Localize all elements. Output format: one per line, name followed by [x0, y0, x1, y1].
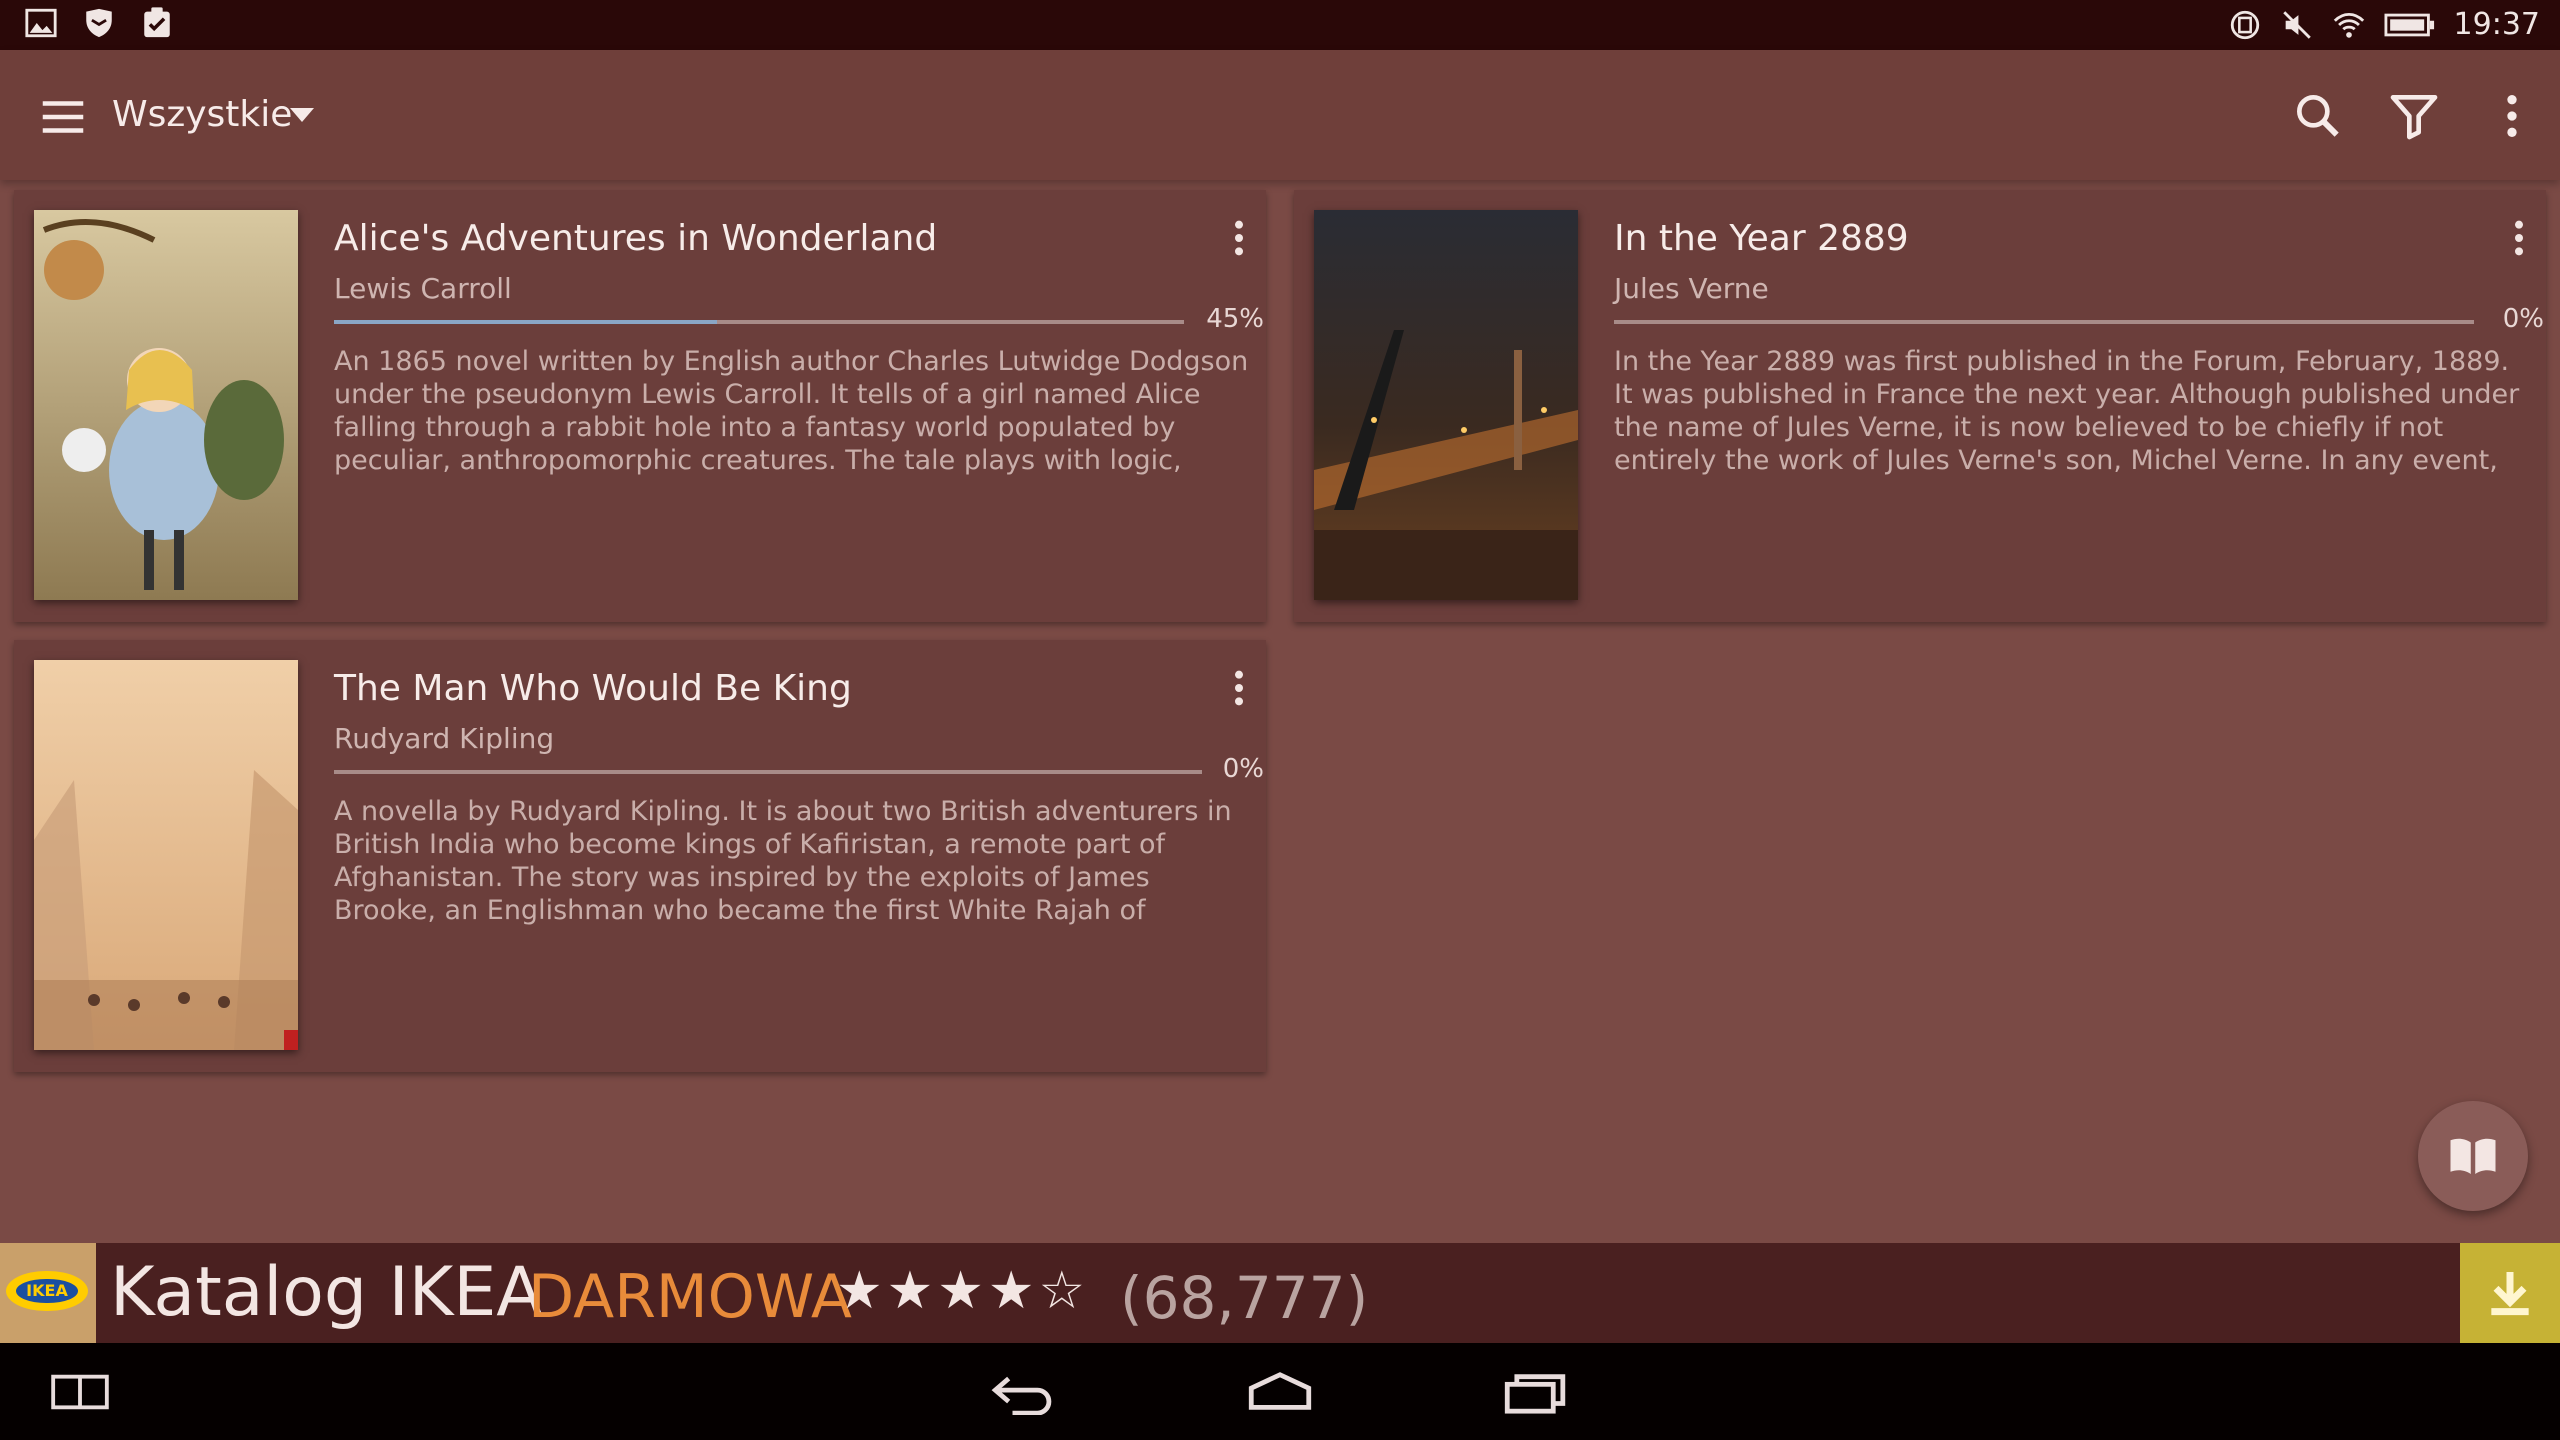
- sync-icon: [2230, 10, 2259, 40]
- book-author: Lewis Carroll: [334, 272, 512, 305]
- ad-price: DARMOWA: [528, 1262, 852, 1332]
- image-icon: [25, 8, 57, 38]
- filter-dropdown-title[interactable]: Wszystkie: [112, 90, 292, 140]
- status-clock: 19:37: [2453, 7, 2540, 42]
- dropdown-caret-icon[interactable]: [290, 108, 314, 122]
- progress-percent: 45%: [1206, 304, 1264, 334]
- ad-rating-count: (68,777): [1120, 1264, 1369, 1332]
- wifi-icon: [2333, 12, 2364, 38]
- book-author: Rudyard Kipling: [334, 722, 555, 755]
- book-author: Jules Verne: [1614, 272, 1769, 305]
- progress-percent: 0%: [1222, 754, 1264, 784]
- ad-rating-stars: ★★★★☆: [836, 1261, 1090, 1321]
- shield-icon: [86, 8, 112, 38]
- mute-icon: [2282, 11, 2311, 39]
- split-screen-icon[interactable]: [48, 1369, 112, 1415]
- ad-thumbnail[interactable]: IKEA: [0, 1243, 96, 1343]
- filter-icon[interactable]: [2386, 88, 2442, 144]
- download-button[interactable]: [2460, 1243, 2560, 1343]
- book-title[interactable]: Alice's Adventures in Wonderland: [334, 218, 937, 259]
- reading-progress-bar: [1614, 320, 2474, 324]
- ikea-logo: IKEA: [6, 1271, 88, 1311]
- card-more-icon[interactable]: [2509, 218, 2529, 258]
- book-description: In the Year 2889 was first published in …: [1614, 346, 2520, 476]
- card-more-icon[interactable]: [1229, 218, 1249, 258]
- reading-progress-bar: [334, 770, 1202, 774]
- book-card[interactable]: The Man Who Would Be King Rudyard Kiplin…: [14, 640, 1266, 1072]
- book-card[interactable]: In the Year 2889 Jules Verne 0% In the Y…: [1294, 190, 2546, 622]
- card-more-icon[interactable]: [1229, 668, 1249, 708]
- home-icon[interactable]: [1240, 1369, 1320, 1415]
- ad-banner[interactable]: IKEA Katalog IKEA DARMOWA ★★★★☆ (68,777): [0, 1243, 2560, 1343]
- status-bar: 19:37: [0, 0, 2560, 50]
- open-book-icon: [2450, 1138, 2496, 1174]
- book-cover-alice[interactable]: [34, 210, 298, 600]
- book-description: A novella by Rudyard Kipling. It is abou…: [334, 796, 1232, 926]
- reading-progress-bar: [334, 320, 1184, 324]
- read-book-fab[interactable]: [2418, 1101, 2528, 1211]
- app-bar: Wszystkie: [0, 50, 2560, 180]
- book-cover-man-who-would-be-king[interactable]: [34, 660, 298, 1050]
- clipboard-check-icon: [144, 7, 170, 38]
- search-icon[interactable]: [2290, 88, 2346, 144]
- book-cover-year-2889[interactable]: [1314, 210, 1578, 600]
- book-title[interactable]: In the Year 2889: [1614, 218, 1909, 259]
- system-nav-bar: [0, 1343, 2560, 1440]
- ad-app-name[interactable]: Katalog IKEA: [110, 1257, 543, 1329]
- reading-progress-fill: [334, 320, 717, 324]
- hamburger-menu-icon[interactable]: [36, 90, 90, 144]
- more-vert-icon[interactable]: [2484, 88, 2540, 144]
- book-description: An 1865 novel written by English author …: [334, 346, 1249, 476]
- battery-icon: [2384, 13, 2434, 37]
- recents-icon[interactable]: [1496, 1369, 1576, 1415]
- back-icon[interactable]: [984, 1369, 1064, 1415]
- download-icon: [2491, 1272, 2529, 1316]
- book-title[interactable]: The Man Who Would Be King: [334, 668, 852, 709]
- book-card[interactable]: Alice's Adventures in Wonderland Lewis C…: [14, 190, 1266, 622]
- progress-percent: 0%: [2502, 304, 2544, 334]
